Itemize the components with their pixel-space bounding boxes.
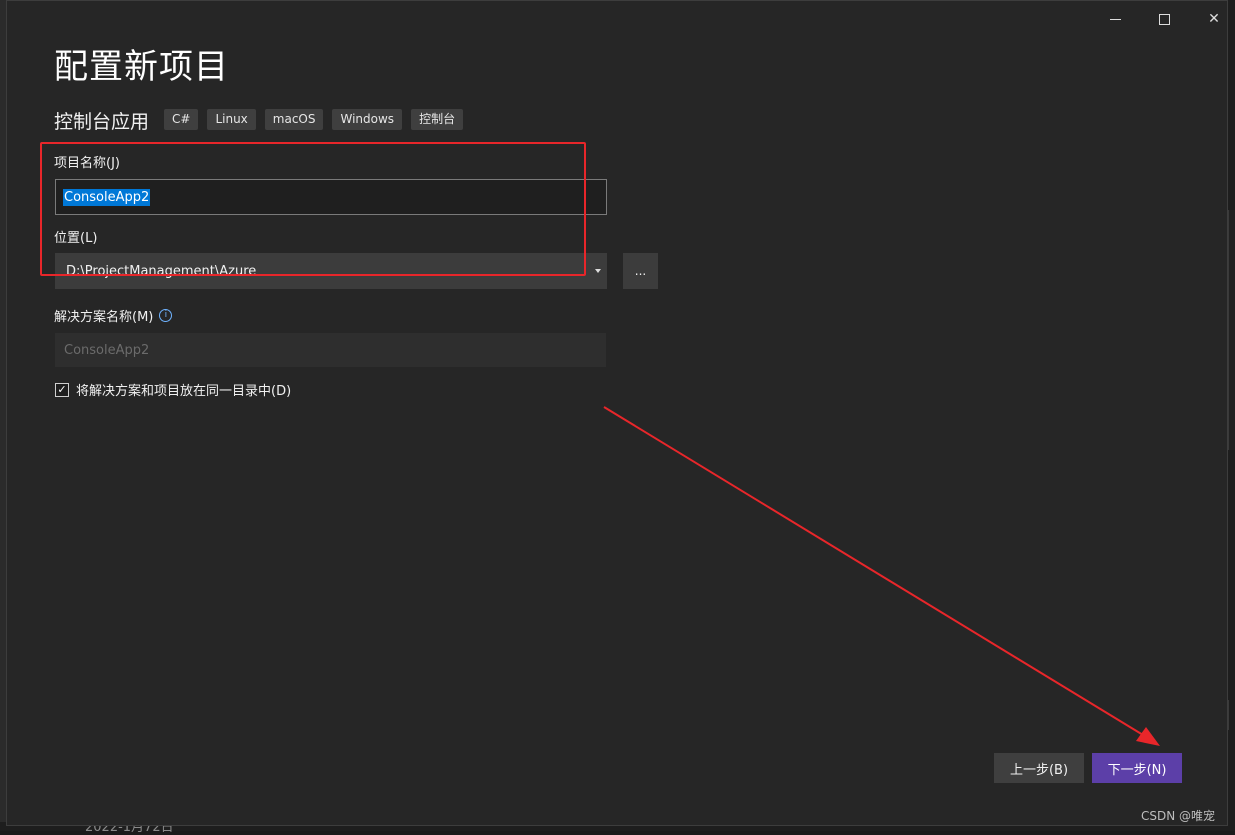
- watermark: CSDN @唯宠: [1141, 809, 1216, 823]
- tag-windows: Windows: [332, 109, 403, 130]
- info-icon[interactable]: i: [159, 309, 173, 322]
- location-label: 位置(L): [54, 231, 98, 246]
- solution-name-value: ConsoleApp2: [64, 342, 150, 358]
- minimize-button[interactable]: [1095, 9, 1135, 29]
- minimize-icon: [1109, 18, 1121, 20]
- solution-name-label: 解决方案名称(M): [54, 310, 154, 325]
- tag-macos: macOS: [264, 109, 324, 130]
- location-combobox[interactable]: D:\ProjectManagement\Azure: [55, 253, 607, 289]
- project-name-value: ConsoleApp2: [63, 188, 151, 206]
- tag-console: 控制台: [411, 109, 464, 130]
- checkmark-icon: ✓: [57, 383, 67, 396]
- chevron-down-icon: [595, 269, 601, 273]
- next-button[interactable]: 下一步(N): [1092, 753, 1182, 783]
- location-value: D:\ProjectManagement\Azure: [66, 263, 257, 279]
- template-tags: C# Linux macOS Windows 控制台: [164, 109, 464, 130]
- same-directory-label: 将解决方案和项目放在同一目录中(D): [76, 384, 292, 399]
- background-scroll-mark: [1228, 210, 1235, 450]
- same-directory-option[interactable]: ✓ 将解决方案和项目放在同一目录中(D): [55, 380, 291, 399]
- maximize-button[interactable]: [1144, 9, 1184, 29]
- background-scroll-mark: [1228, 700, 1235, 730]
- close-icon: ✕: [1208, 11, 1220, 27]
- page-title: 配置新项目: [54, 47, 229, 87]
- tag-linux: Linux: [207, 109, 256, 130]
- solution-name-input: ConsoleApp2: [55, 333, 606, 367]
- project-name-input[interactable]: ConsoleApp2: [55, 179, 607, 215]
- back-button[interactable]: 上一步(B): [994, 753, 1084, 783]
- solution-name-label-row: 解决方案名称(M) i: [54, 306, 173, 325]
- close-button[interactable]: ✕: [1194, 9, 1234, 29]
- maximize-icon: [1158, 13, 1170, 25]
- project-name-label: 项目名称(J): [54, 156, 120, 171]
- configure-project-dialog: ✕ 配置新项目 控制台应用 C# Linux macOS Windows 控制台…: [6, 0, 1228, 826]
- template-name: 控制台应用: [54, 111, 150, 133]
- tag-csharp: C#: [164, 109, 199, 130]
- browse-button[interactable]: ...: [623, 253, 658, 289]
- same-directory-checkbox[interactable]: ✓: [55, 382, 69, 397]
